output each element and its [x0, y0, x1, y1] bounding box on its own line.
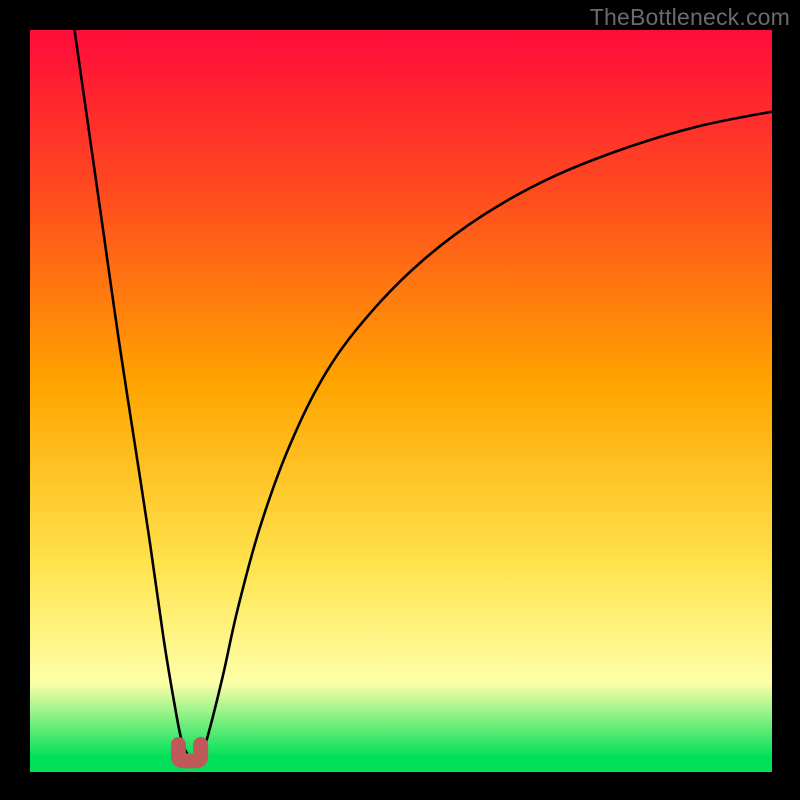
gradient-plot-area: [30, 30, 772, 772]
chart-stage: TheBottleneck.com: [0, 0, 800, 800]
watermark-text: TheBottleneck.com: [590, 4, 790, 31]
bottleneck-chart: [0, 0, 800, 800]
